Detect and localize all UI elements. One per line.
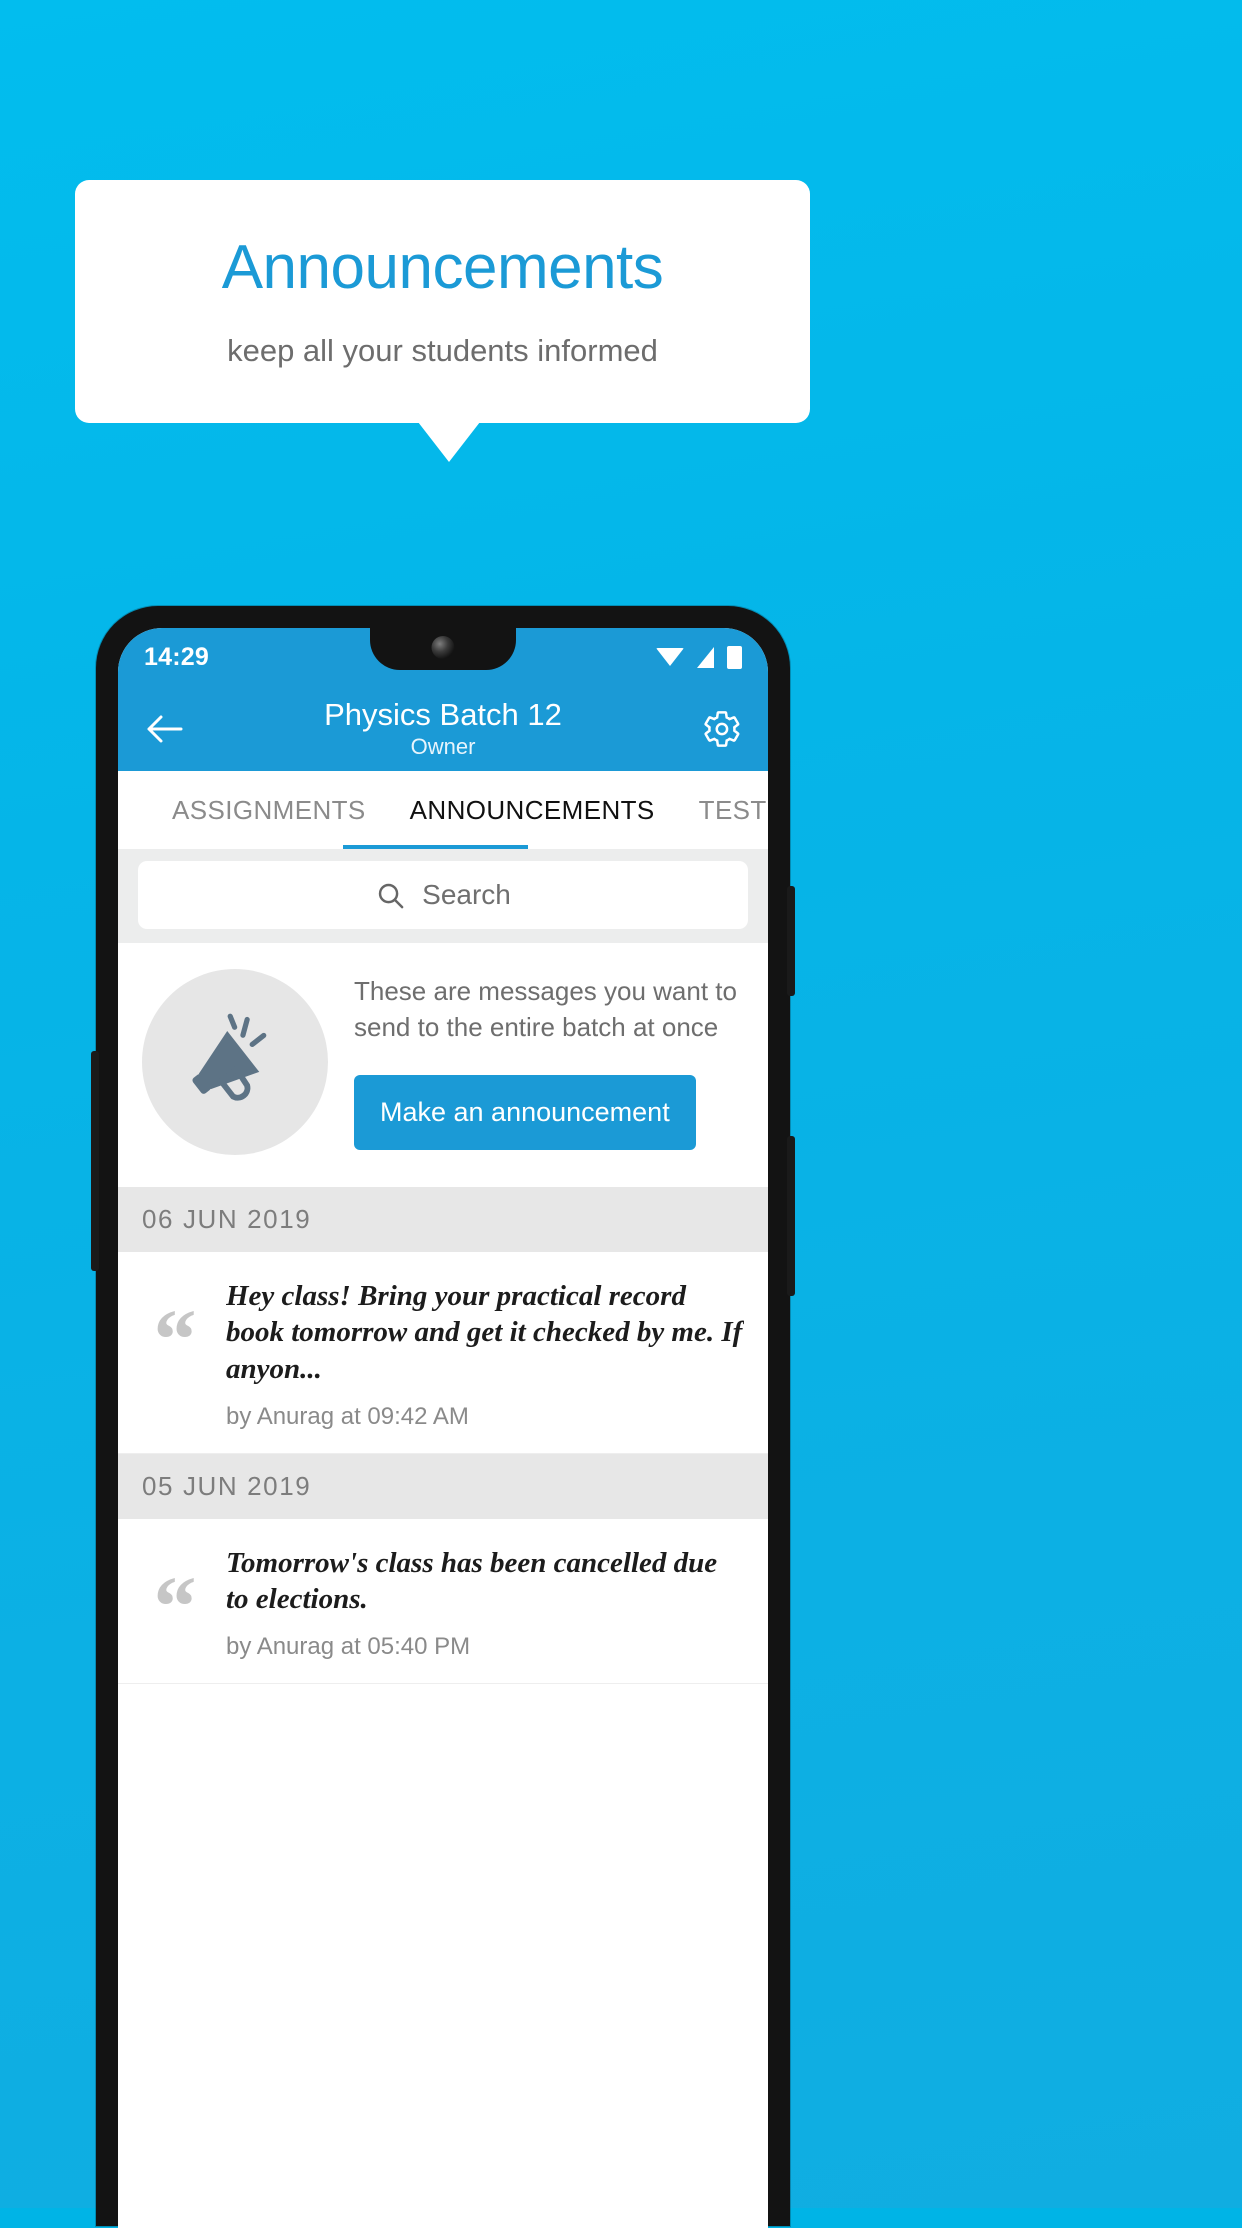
status-time: 14:29	[144, 642, 209, 671]
tab-active-indicator	[343, 845, 528, 849]
phone-bezel: 14:29 Physics Batch 12 Owner ASSIGNMENTS…	[118, 628, 768, 2228]
app-bar-subtitle: Owner	[410, 734, 476, 760]
announcement-row[interactable]: “ Hey class! Bring your practical record…	[118, 1252, 768, 1454]
status-icons	[656, 645, 742, 669]
quote-icon: “	[153, 1291, 197, 1387]
tab-bar: ASSIGNMENTS ANNOUNCEMENTS TESTS ’	[118, 771, 768, 849]
app-bar: Physics Batch 12 Owner	[118, 686, 768, 771]
settings-button[interactable]	[698, 705, 746, 753]
announcement-body: Hey class! Bring your practical record b…	[226, 1278, 744, 1431]
phone-button-right-lower	[787, 1136, 795, 1296]
search-input[interactable]: Search	[138, 861, 748, 929]
announcement-meta: by Anurag at 05:40 PM	[226, 1633, 471, 1661]
status-bar: 14:29	[118, 628, 768, 686]
megaphone-avatar	[142, 969, 328, 1155]
phone-notch	[370, 628, 516, 670]
announcement-meta: by Anurag at 09:42 AM	[226, 1402, 469, 1430]
tab-announcements[interactable]: ANNOUNCEMENTS	[388, 771, 677, 849]
announcement-text: Tomorrow's class has been cancelled due …	[226, 1546, 718, 1615]
search-icon	[378, 883, 404, 908]
back-button[interactable]	[140, 705, 188, 753]
search-container: Search	[118, 849, 768, 943]
make-announcement-button[interactable]: Make an announcement	[354, 1074, 696, 1150]
page-subtitle: keep all your students informed	[227, 332, 658, 368]
page-title: Announcements	[221, 233, 664, 303]
front-camera-icon	[431, 636, 455, 659]
search-placeholder: Search	[422, 879, 511, 910]
gear-icon	[704, 710, 740, 747]
phone-button-right-upper	[787, 886, 795, 996]
date-header: 06 JUN 2019	[118, 1187, 768, 1252]
signal-icon	[697, 646, 714, 668]
phone-screen: 14:29 Physics Batch 12 Owner ASSIGNMENTS…	[118, 628, 768, 2228]
announcement-promo: These are messages you want to send to t…	[118, 943, 768, 1187]
quote-icon: “	[153, 1557, 197, 1654]
battery-icon	[727, 645, 742, 669]
wifi-icon	[656, 648, 684, 666]
phone-device: 14:29 Physics Batch 12 Owner ASSIGNMENTS…	[91, 606, 795, 2228]
megaphone-icon	[192, 1013, 267, 1101]
tab-assignments[interactable]: ASSIGNMENTS	[150, 771, 388, 849]
date-header: 05 JUN 2019	[118, 1453, 768, 1519]
announcement-row[interactable]: “ Tomorrow's class has been cancelled du…	[118, 1518, 768, 1685]
promo-description: These are messages you want to send to t…	[354, 976, 737, 1042]
back-arrow-icon	[147, 715, 183, 742]
phone-button-left	[91, 1051, 99, 1271]
promo-card: Announcements keep all your students inf…	[75, 180, 810, 423]
app-bar-title: Physics Batch 12	[324, 696, 562, 732]
tab-tests[interactable]: TESTS	[677, 771, 768, 849]
speech-bubble-tail	[418, 422, 480, 462]
app-bar-titles: Physics Batch 12 Owner	[118, 697, 768, 761]
announcement-text: Hey class! Bring your practical record b…	[226, 1280, 743, 1385]
promo-content: These are messages you want to send to t…	[354, 974, 744, 1150]
announcement-body: Tomorrow's class has been cancelled due …	[226, 1545, 744, 1662]
